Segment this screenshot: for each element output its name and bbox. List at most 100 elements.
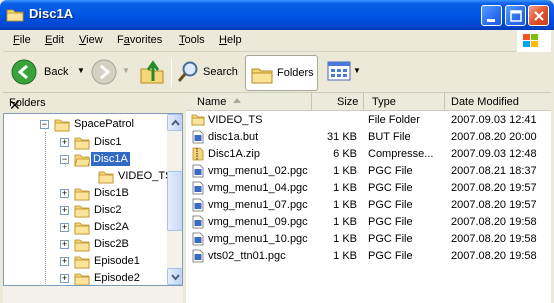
file-modified: 2007.09.03 12:41 <box>451 114 537 126</box>
file-name: vts02_ttn01.pgc <box>208 250 286 262</box>
tree-item-disc1[interactable]: + Disc1 <box>4 134 164 152</box>
file-modified: 2007.08.20 20:00 <box>451 131 537 143</box>
forward-button[interactable]: ▼ <box>89 53 133 91</box>
zip-icon <box>192 147 204 161</box>
tree-item-disc2[interactable]: + Disc2 <box>4 202 164 220</box>
folder-icon <box>74 137 90 150</box>
scroll-down-button[interactable] <box>167 268 182 285</box>
column-header-modified[interactable]: Date Modified <box>445 93 551 111</box>
tree-item-disc1a[interactable]: − Disc1A <box>4 151 164 169</box>
window-title: Disc1A <box>29 6 74 21</box>
close-button[interactable] <box>528 5 549 26</box>
chevron-up-icon <box>171 119 180 126</box>
menu-edit[interactable]: Edit <box>45 34 64 46</box>
file-row[interactable]: vts02_ttn01.pgc 1 KB PGC File 2007.08.20… <box>186 248 551 265</box>
expand-icon[interactable]: + <box>60 206 69 215</box>
file-modified: 2007.08.20 19:57 <box>451 199 537 211</box>
chevron-down-icon[interactable]: ▼ <box>122 66 130 75</box>
menu-favorites[interactable]: Favorites <box>117 34 162 46</box>
menu-help[interactable]: Help <box>219 34 242 46</box>
menu-bar: File Edit View Favorites Tools Help <box>3 30 551 52</box>
views-button[interactable]: ▼ <box>325 53 361 91</box>
tree-item-label: Disc1B <box>94 187 129 199</box>
file-name: vmg_menu1_10.pgc <box>208 233 308 245</box>
file-row[interactable]: vmg_menu1_10.pgc 1 KB PGC File 2007.08.2… <box>186 231 551 248</box>
file-row[interactable]: VIDEO_TS File Folder 2007.09.03 12:41 <box>186 112 551 129</box>
folder-tree[interactable]: − SpacePatrol + Disc1 − Disc1A VIDEO_TS … <box>3 113 183 286</box>
folders-icon <box>251 68 273 84</box>
folder-icon <box>54 119 70 132</box>
file-size: 1 KB <box>333 182 357 194</box>
file-modified: 2007.08.20 19:58 <box>451 250 537 262</box>
file-row[interactable]: vmg_menu1_04.pgc 1 KB PGC File 2007.08.2… <box>186 180 551 197</box>
file-modified: 2007.08.21 18:37 <box>451 165 537 177</box>
expand-icon[interactable]: + <box>60 257 69 266</box>
file-icon <box>192 249 204 263</box>
chevron-down-icon <box>171 274 180 281</box>
folders-button[interactable]: Folders <box>245 55 318 91</box>
expand-icon[interactable]: + <box>60 189 69 198</box>
file-size: 1 KB <box>333 233 357 245</box>
column-header-label: Date Modified <box>451 96 519 108</box>
tree-item-label: Disc2B <box>94 238 129 250</box>
toolbar-separator <box>171 59 172 87</box>
file-icon <box>192 232 204 246</box>
expand-icon[interactable]: + <box>60 138 69 147</box>
search-button[interactable]: Search <box>175 53 241 91</box>
column-header-type[interactable]: Type <box>364 93 445 111</box>
file-size: 6 KB <box>333 148 357 160</box>
close-pane-icon[interactable]: ✕ <box>9 97 21 114</box>
menu-view[interactable]: View <box>79 34 103 46</box>
tree-item-spacepatrol[interactable]: − SpacePatrol <box>4 116 164 134</box>
tree-vertical-scrollbar[interactable] <box>167 114 182 285</box>
tree-item-disc2b[interactable]: + Disc2B <box>4 236 164 254</box>
search-icon <box>177 61 198 82</box>
menu-file[interactable]: File <box>13 34 31 46</box>
minimize-button[interactable] <box>481 5 502 26</box>
search-label: Search <box>203 66 238 78</box>
windows-flag-icon <box>523 34 538 47</box>
file-name: vmg_menu1_04.pgc <box>208 182 308 194</box>
file-icon <box>192 181 204 195</box>
title-bar[interactable]: Disc1A <box>0 0 554 30</box>
expand-icon[interactable]: + <box>60 240 69 249</box>
collapse-icon[interactable]: − <box>40 120 49 129</box>
file-row[interactable]: vmg_menu1_09.pgc 1 KB PGC File 2007.08.2… <box>186 214 551 231</box>
file-modified: 2007.08.20 19:57 <box>451 182 537 194</box>
up-folder-button[interactable] <box>137 53 167 91</box>
file-row[interactable]: vmg_menu1_02.pgc 1 KB PGC File 2007.08.2… <box>186 163 551 180</box>
file-row[interactable]: Disc1A.zip 6 KB Compresse... 2007.09.03 … <box>186 146 551 163</box>
file-size: 31 KB <box>327 131 357 143</box>
tree-horizontal-scrollbar[interactable] <box>3 286 183 303</box>
file-row[interactable]: vmg_menu1_07.pgc 1 KB PGC File 2007.08.2… <box>186 197 551 214</box>
collapse-icon[interactable]: − <box>60 155 69 164</box>
tree-item-episode1[interactable]: + Episode1 <box>4 253 164 271</box>
toolbar: Back ▼ ▼ Search Folders ▼ <box>3 53 551 93</box>
tree-item-episode2[interactable]: + Episode2 <box>4 270 164 285</box>
column-header-size[interactable]: Size <box>312 93 364 111</box>
maximize-button[interactable] <box>505 5 526 26</box>
scroll-thumb[interactable] <box>167 171 182 231</box>
file-type: PGC File <box>368 165 413 177</box>
folder-icon <box>74 188 90 201</box>
folder-icon <box>98 171 114 184</box>
chevron-down-icon[interactable]: ▼ <box>77 66 85 75</box>
column-header-name[interactable]: Name <box>186 93 312 111</box>
file-row[interactable]: disc1a.but 31 KB BUT File 2007.08.20 20:… <box>186 129 551 146</box>
chevron-down-icon[interactable]: ▼ <box>353 66 361 75</box>
file-name: vmg_menu1_02.pgc <box>208 165 308 177</box>
menu-tools[interactable]: Tools <box>179 34 205 46</box>
tree-item-disc1b[interactable]: + Disc1B <box>4 185 164 203</box>
expand-icon[interactable]: + <box>60 223 69 232</box>
file-icon <box>192 198 204 212</box>
file-icon <box>192 164 204 178</box>
scroll-up-button[interactable] <box>167 114 182 131</box>
views-icon <box>327 61 351 81</box>
expand-icon[interactable]: + <box>60 274 69 283</box>
tree-item-disc2a[interactable]: + Disc2A <box>4 219 164 237</box>
tree-item-video-ts[interactable]: VIDEO_TS <box>4 168 172 186</box>
column-header-label: Name <box>197 96 227 108</box>
file-list[interactable]: Name Size Type Date Modified VIDEO_TS Fi… <box>186 93 551 303</box>
back-button[interactable]: Back ▼ <box>9 53 87 91</box>
file-size: 1 KB <box>333 250 357 262</box>
